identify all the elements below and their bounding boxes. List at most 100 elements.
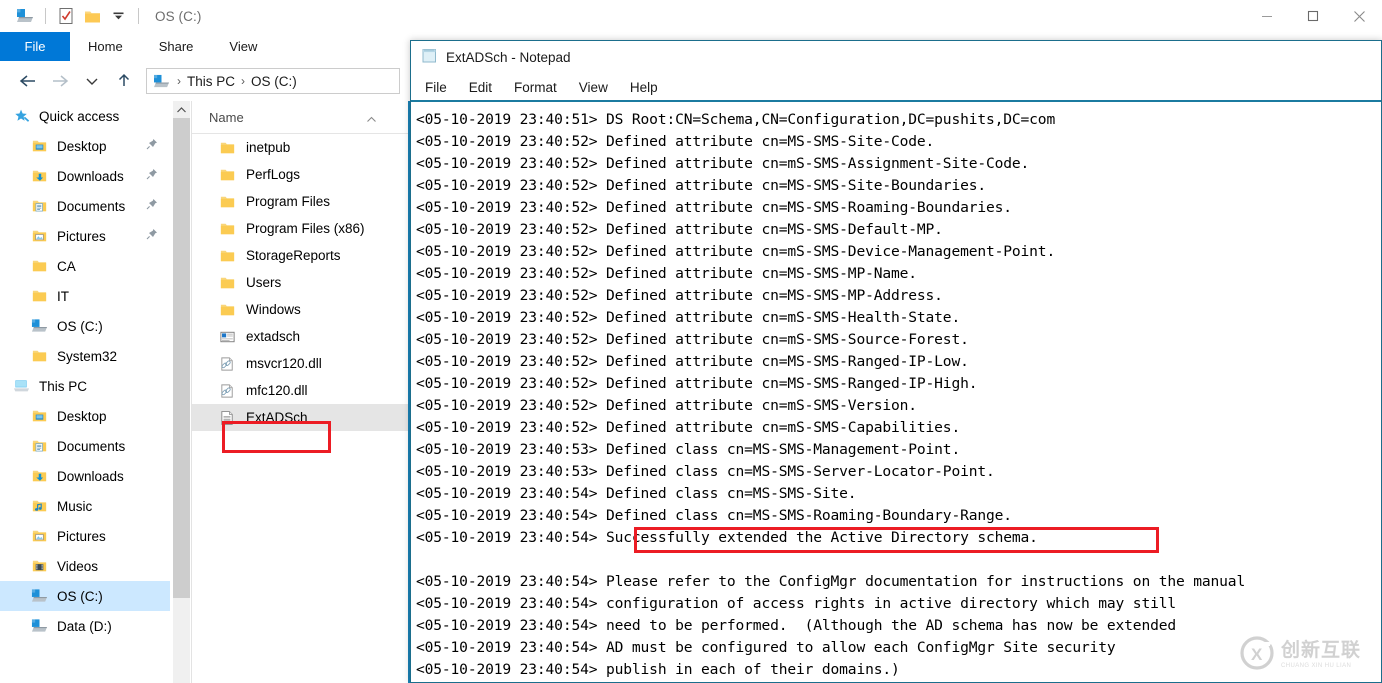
breadcrumb-os-c[interactable]: OS (C:) bbox=[247, 74, 301, 89]
forward-button[interactable] bbox=[44, 65, 76, 97]
tab-share[interactable]: Share bbox=[141, 32, 212, 61]
tab-view[interactable]: View bbox=[211, 32, 275, 61]
menu-view[interactable]: View bbox=[579, 80, 608, 95]
qat-separator-2 bbox=[138, 8, 139, 24]
new-folder-icon[interactable] bbox=[79, 4, 105, 28]
minimize-button[interactable] bbox=[1244, 0, 1290, 32]
file-list-item[interactable]: Users bbox=[192, 269, 409, 296]
folder-icon bbox=[216, 246, 238, 266]
recent-locations-icon[interactable] bbox=[76, 65, 108, 97]
folder-icon bbox=[216, 165, 238, 185]
nav-item-data-d[interactable]: Data (D:) bbox=[0, 611, 170, 641]
file-list-item[interactable]: Windows bbox=[192, 296, 409, 323]
file-list-item[interactable]: StorageReports bbox=[192, 242, 409, 269]
nav-item-desktop[interactable]: Desktop bbox=[0, 131, 170, 161]
file-list-item[interactable]: Program Files (x86) bbox=[192, 215, 409, 242]
file-list-item[interactable]: ExtADSch bbox=[192, 404, 409, 431]
nav-item-quick-access[interactable]: Quick access bbox=[0, 101, 170, 131]
nav-item-videos[interactable]: Videos bbox=[0, 551, 170, 581]
notepad-line: <05-10-2019 23:40:51> DS Root:CN=Schema,… bbox=[416, 111, 1056, 128]
nav-item-os-c[interactable]: OS (C:) bbox=[0, 581, 170, 611]
column-header-name[interactable]: Name bbox=[192, 101, 409, 134]
properties-icon[interactable] bbox=[53, 4, 79, 28]
breadcrumb-this-pc[interactable]: This PC bbox=[183, 74, 239, 89]
menu-edit[interactable]: Edit bbox=[469, 80, 492, 95]
file-item-label: Program Files (x86) bbox=[246, 221, 365, 236]
back-button[interactable] bbox=[12, 65, 44, 97]
menu-help[interactable]: Help bbox=[630, 80, 658, 95]
textfile-icon bbox=[216, 408, 238, 428]
scroll-up-icon[interactable] bbox=[173, 101, 190, 118]
file-list-item[interactable]: Program Files bbox=[192, 188, 409, 215]
notepad-line: <05-10-2019 23:40:52> Defined attribute … bbox=[416, 375, 978, 392]
up-button[interactable] bbox=[108, 65, 140, 97]
star-icon bbox=[10, 106, 32, 126]
nav-item-this-pc[interactable]: This PC bbox=[0, 371, 170, 401]
downloads-folder-icon bbox=[28, 466, 50, 486]
nav-item-desktop[interactable]: Desktop bbox=[0, 401, 170, 431]
nav-item-downloads[interactable]: Downloads bbox=[0, 461, 170, 491]
notepad-line: <05-10-2019 23:40:52> Defined attribute … bbox=[416, 353, 969, 370]
folder-icon bbox=[216, 192, 238, 212]
notepad-line: <05-10-2019 23:40:52> Defined attribute … bbox=[416, 331, 969, 348]
nav-item-label: Pictures bbox=[57, 528, 106, 544]
nav-item-label: CA bbox=[57, 258, 76, 274]
explorer-window-controls bbox=[1244, 0, 1382, 32]
file-list-item[interactable]: PerfLogs bbox=[192, 161, 409, 188]
nav-item-system32[interactable]: System32 bbox=[0, 341, 170, 371]
nav-item-label: System32 bbox=[57, 348, 118, 364]
file-item-label: ExtADSch bbox=[246, 410, 308, 425]
file-list-item[interactable]: extadsch bbox=[192, 323, 409, 350]
file-item-label: Program Files bbox=[246, 194, 331, 209]
close-button[interactable] bbox=[1336, 0, 1382, 32]
drive-icon[interactable] bbox=[12, 4, 38, 28]
videos-folder-icon bbox=[28, 556, 50, 576]
nav-item-documents[interactable]: Documents bbox=[0, 431, 170, 461]
scrollbar-thumb[interactable] bbox=[173, 118, 190, 598]
tab-file[interactable]: File bbox=[0, 32, 70, 61]
tab-home[interactable]: Home bbox=[70, 32, 141, 61]
folder-icon bbox=[216, 273, 238, 293]
address-field[interactable]: › This PC › OS (C:) bbox=[146, 68, 400, 94]
breadcrumb-drive-icon bbox=[153, 74, 170, 89]
file-list-item[interactable]: inetpub bbox=[192, 134, 409, 161]
maximize-button[interactable] bbox=[1290, 0, 1336, 32]
nav-item-pictures[interactable]: Pictures bbox=[0, 521, 170, 551]
notepad-line: <05-10-2019 23:40:54> publish in each of… bbox=[416, 661, 900, 678]
application-icon bbox=[216, 327, 238, 347]
menu-format[interactable]: Format bbox=[514, 80, 557, 95]
nav-item-label: Quick access bbox=[39, 108, 120, 124]
file-item-label: PerfLogs bbox=[246, 167, 301, 182]
file-list-item[interactable]: msvcr120.dll bbox=[192, 350, 409, 377]
breadcrumb-separator-0[interactable]: › bbox=[175, 74, 183, 88]
notepad-text-area[interactable]: <05-10-2019 23:40:51> DS Root:CN=Schema,… bbox=[411, 105, 1381, 682]
pin-icon[interactable] bbox=[146, 137, 158, 155]
drive-icon bbox=[28, 316, 50, 336]
customize-dropdown-icon[interactable] bbox=[105, 4, 131, 28]
nav-item-documents[interactable]: Documents bbox=[0, 191, 170, 221]
notepad-line: <05-10-2019 23:40:54> Defined class cn=M… bbox=[416, 507, 1012, 524]
folder-icon bbox=[216, 219, 238, 239]
navigation-pane: Quick access Desktop Downloads Documents Pic… bbox=[0, 101, 170, 683]
nav-item-os-c[interactable]: OS (C:) bbox=[0, 311, 170, 341]
pin-icon[interactable] bbox=[146, 227, 158, 245]
navigation-scrollbar[interactable] bbox=[173, 101, 190, 683]
nav-item-ca[interactable]: CA bbox=[0, 251, 170, 281]
notepad-separator bbox=[411, 100, 1381, 102]
nav-item-downloads[interactable]: Downloads bbox=[0, 161, 170, 191]
menu-file[interactable]: File bbox=[425, 80, 447, 95]
notepad-line: <05-10-2019 23:40:54> need to be perform… bbox=[416, 617, 1176, 634]
file-list-item[interactable]: mfc120.dll bbox=[192, 377, 409, 404]
pin-icon[interactable] bbox=[146, 167, 158, 185]
notepad-line: <05-10-2019 23:40:54> AD must be configu… bbox=[416, 639, 1116, 656]
nav-item-it[interactable]: IT bbox=[0, 281, 170, 311]
nav-item-pictures[interactable]: Pictures bbox=[0, 221, 170, 251]
pin-icon[interactable] bbox=[146, 197, 158, 215]
nav-item-music[interactable]: Music bbox=[0, 491, 170, 521]
notepad-line: <05-10-2019 23:40:53> Defined class cn=M… bbox=[416, 441, 961, 458]
documents-folder-icon bbox=[28, 196, 50, 216]
notepad-icon bbox=[421, 47, 438, 69]
nav-item-label: Desktop bbox=[57, 408, 107, 424]
breadcrumb-separator-1[interactable]: › bbox=[239, 74, 247, 88]
nav-item-label: Documents bbox=[57, 198, 126, 214]
